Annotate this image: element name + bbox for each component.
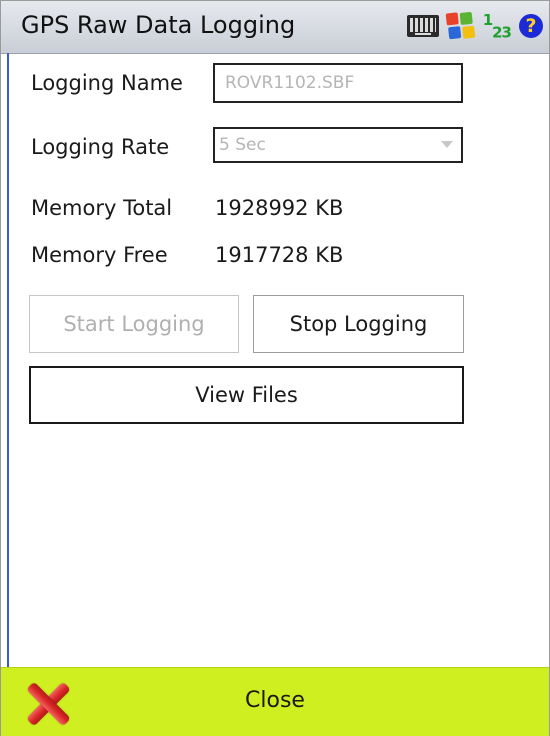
start-logging-button[interactable]: Start Logging — [29, 295, 239, 353]
logging-name-input[interactable] — [215, 65, 461, 101]
left-accent-line — [7, 53, 9, 667]
logging-rate-select[interactable]: 5 Sec — [213, 127, 463, 163]
system-tray: 123 ? — [406, 11, 543, 42]
bottom-action-bar[interactable]: Close — [1, 667, 549, 736]
logging-name-label: Logging Name — [31, 71, 183, 95]
chevron-down-icon[interactable] — [441, 141, 453, 148]
view-files-button[interactable]: View Files — [29, 366, 464, 424]
logging-rate-value: 5 Sec — [219, 135, 266, 155]
logging-name-field[interactable] — [213, 63, 463, 103]
help-icon[interactable]: ? — [519, 14, 543, 39]
logging-rate-label: Logging Rate — [31, 135, 170, 159]
title-bar: GPS Raw Data Logging 123 ? — [1, 1, 549, 54]
memory-total-value: 1928992 KB — [215, 196, 344, 220]
close-button-label[interactable]: Close — [1, 688, 549, 713]
memory-free-value: 1917728 KB — [215, 243, 344, 267]
memory-free-label: Memory Free — [31, 243, 168, 267]
app-window: GPS Raw Data Logging 123 ? Logging Name … — [0, 0, 550, 736]
keyboard-icon[interactable] — [406, 15, 439, 38]
stop-logging-button[interactable]: Stop Logging — [253, 295, 464, 353]
window-title: GPS Raw Data Logging — [21, 11, 296, 39]
memory-total-label: Memory Total — [31, 196, 173, 220]
windows-flag-icon[interactable] — [445, 11, 476, 42]
input-mode-123-icon[interactable]: 123 — [483, 11, 512, 42]
